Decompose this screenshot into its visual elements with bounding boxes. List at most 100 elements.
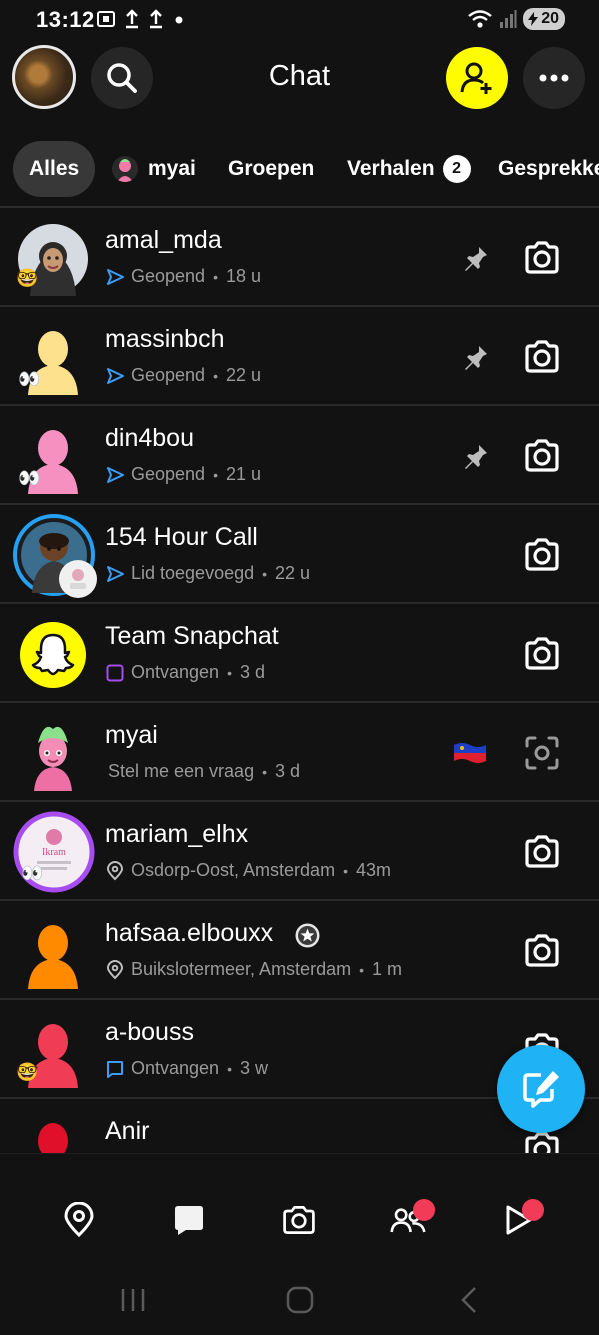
sent-arrow-icon (105, 564, 125, 584)
location-pin-icon (105, 860, 125, 881)
chat-status: Geopend • 22 u (105, 365, 261, 386)
recent-apps-button[interactable] (118, 1285, 148, 1320)
chat-name: a-bouss (105, 1018, 194, 1046)
location-pin-icon (105, 959, 125, 980)
wifi-icon (468, 10, 492, 28)
home-icon (286, 1286, 314, 1314)
status-bar: 13:12 20 (0, 0, 599, 40)
pin-icon (462, 244, 490, 277)
bitmoji-avatar: 🤓 (16, 222, 90, 296)
nav-camera[interactable] (281, 1202, 317, 1238)
chat-icon (175, 1206, 203, 1235)
dot-icon (175, 16, 183, 24)
filter-tabs: Alles myai Groepen Verhalen 2 Gesprekken (0, 141, 599, 199)
add-friend-icon (460, 62, 492, 94)
chat-status: Geopend • 21 u (105, 464, 261, 485)
tab-myai[interactable]: myai (112, 141, 196, 197)
chat-name: mariam_elhx (105, 820, 249, 848)
default-avatar: 🤓 (16, 1014, 90, 1088)
home-button[interactable] (285, 1285, 315, 1320)
pin-icon (462, 442, 490, 475)
chat-row-group[interactable]: 154 Hour Call Lid toegevoegd • 22 u (0, 505, 599, 604)
signal-icon (500, 10, 517, 28)
camera-icon (283, 1206, 315, 1234)
sent-arrow-icon (105, 465, 125, 485)
group-avatar (12, 513, 98, 599)
chat-list: 🤓 amal_mda Geopend • 18 u 👀 massinbch Geop… (0, 208, 599, 1153)
new-chat-icon (523, 1071, 559, 1108)
more-icon (539, 74, 569, 82)
tab-alles[interactable]: Alles (13, 141, 96, 197)
chat-status: Buikslotermeer, Amsterdam • 1 m (105, 959, 402, 980)
chat-row-team-snapchat[interactable]: Team Snapchat Ontvangen • 3 d (0, 604, 599, 703)
star-badge-icon (294, 922, 321, 954)
spotlight-notification-dot (522, 1199, 544, 1221)
camera-icon[interactable] (522, 634, 562, 679)
tab-groepen[interactable]: Groepen (228, 141, 314, 197)
chat-name: amal_mda (105, 226, 222, 254)
back-icon (461, 1287, 476, 1313)
add-friend-button[interactable] (446, 47, 508, 109)
nav-map[interactable] (61, 1202, 97, 1238)
sent-arrow-icon (105, 366, 125, 386)
chat-name: myai (105, 721, 158, 749)
nerd-emoji-icon: 🤓 (16, 268, 39, 288)
upload-icon (126, 9, 138, 29)
chat-row-massinbch[interactable]: 👀 massinbch Geopend • 22 u (0, 307, 599, 406)
new-chat-button[interactable] (497, 1045, 585, 1133)
scan-icon[interactable] (522, 733, 562, 778)
eyes-emoji-icon: 👀 (18, 468, 41, 488)
sent-arrow-icon (105, 267, 125, 287)
chat-name: massinbch (105, 325, 225, 353)
myai-avatar (112, 156, 138, 182)
chat-row-hafsaa[interactable]: hafsaa.elbouxx Buikslotermeer, Amsterdam… (0, 901, 599, 1000)
chat-status: Ontvangen • 3 d (105, 662, 265, 683)
pin-icon (462, 343, 490, 376)
map-pin-icon (64, 1202, 94, 1238)
chat-status: Ontvangen • 3 w (105, 1058, 268, 1079)
nav-chat[interactable] (171, 1202, 207, 1238)
tab-gesprekken[interactable]: Gesprekken (498, 141, 599, 197)
liechtenstein-flag-icon (454, 741, 486, 770)
chat-status: Geopend • 18 u (105, 266, 261, 287)
stories-notification-dot (413, 1199, 435, 1221)
back-button[interactable] (455, 1285, 485, 1320)
tab-verhalen[interactable]: Verhalen 2 (347, 141, 471, 197)
page-title: Chat (268, 60, 331, 92)
camera-icon[interactable] (522, 832, 562, 877)
app-header: Chat (0, 45, 599, 111)
nerd-emoji-icon: 🤓 (16, 1062, 39, 1082)
chat-row-amal_mda[interactable]: 🤓 amal_mda Geopend • 18 u (0, 208, 599, 307)
chat-name: Team Snapchat (105, 622, 279, 650)
camera-icon[interactable] (522, 238, 562, 283)
camera-icon[interactable] (522, 931, 562, 976)
snapchat-ghost-avatar (19, 621, 87, 689)
upload-icon (150, 9, 162, 29)
received-chat-icon (105, 1059, 125, 1079)
chat-row-myai[interactable]: myai Stel me een vraag • 3 d (0, 703, 599, 802)
camera-icon[interactable] (522, 535, 562, 580)
status-time: 13:12 (36, 7, 95, 32)
verhalen-count-badge: 2 (442, 155, 471, 183)
battery-indicator: 20 (523, 8, 565, 30)
default-avatar: 👀 (16, 321, 90, 395)
chat-status: Osdorp-Oost, Amsterdam • 43m (105, 860, 391, 881)
chat-row-mariam_elhx[interactable]: Ikram 👀 mariam_elhx Osdorp-Oost, Amsterd… (0, 802, 599, 901)
system-navigation-bar (0, 1265, 599, 1335)
chat-row-din4bou[interactable]: 👀 din4bou Geopend • 21 u (0, 406, 599, 505)
camera-icon[interactable] (522, 436, 562, 481)
camera-icon[interactable] (522, 337, 562, 382)
chat-name: hafsaa.elbouxx (105, 919, 274, 947)
screenshot-icon (97, 11, 115, 27)
chat-name: Anir (105, 1117, 150, 1145)
default-avatar: 👀 (16, 420, 90, 494)
battery-level: 20 (541, 10, 559, 27)
svg-text:Ikram: Ikram (42, 847, 66, 858)
default-avatar (16, 1113, 90, 1153)
chat-name: din4bou (105, 424, 194, 452)
bottom-navigation (0, 1153, 599, 1265)
recent-apps-icon (121, 1289, 145, 1311)
more-button[interactable] (523, 47, 585, 109)
chat-name: 154 Hour Call (105, 523, 258, 551)
chat-status: Stel me een vraag • 3 d (108, 761, 301, 781)
